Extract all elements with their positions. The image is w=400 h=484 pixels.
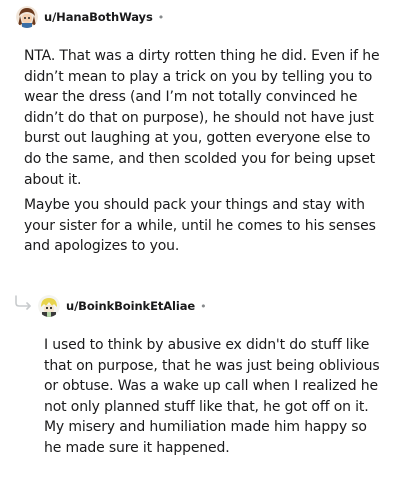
username-link[interactable]: u/HanaBothWays <box>44 10 153 24</box>
comment-body: I used to think by abusive ex didn't do … <box>44 335 384 459</box>
reply-arrow-icon <box>15 295 31 310</box>
comment-body: NTA. That was a dirty rotten thing he di… <box>24 46 382 257</box>
separator-dot: • <box>200 299 207 313</box>
username-link[interactable]: u/BoinkBoinkEtAliae <box>66 299 195 313</box>
comment-paragraph: Maybe you should pack your things and st… <box>24 197 376 255</box>
comment-header: u/HanaBothWays • <box>16 5 164 29</box>
user-avatar-icon[interactable] <box>38 295 60 317</box>
comment-header: u/BoinkBoinkEtAliae • <box>38 294 207 318</box>
separator-dot: • <box>157 10 165 24</box>
comment-paragraph: NTA. That was a dirty rotten thing he di… <box>24 48 380 188</box>
user-avatar-icon[interactable] <box>16 6 38 28</box>
comment-paragraph: I used to think by abusive ex didn't do … <box>44 337 380 456</box>
